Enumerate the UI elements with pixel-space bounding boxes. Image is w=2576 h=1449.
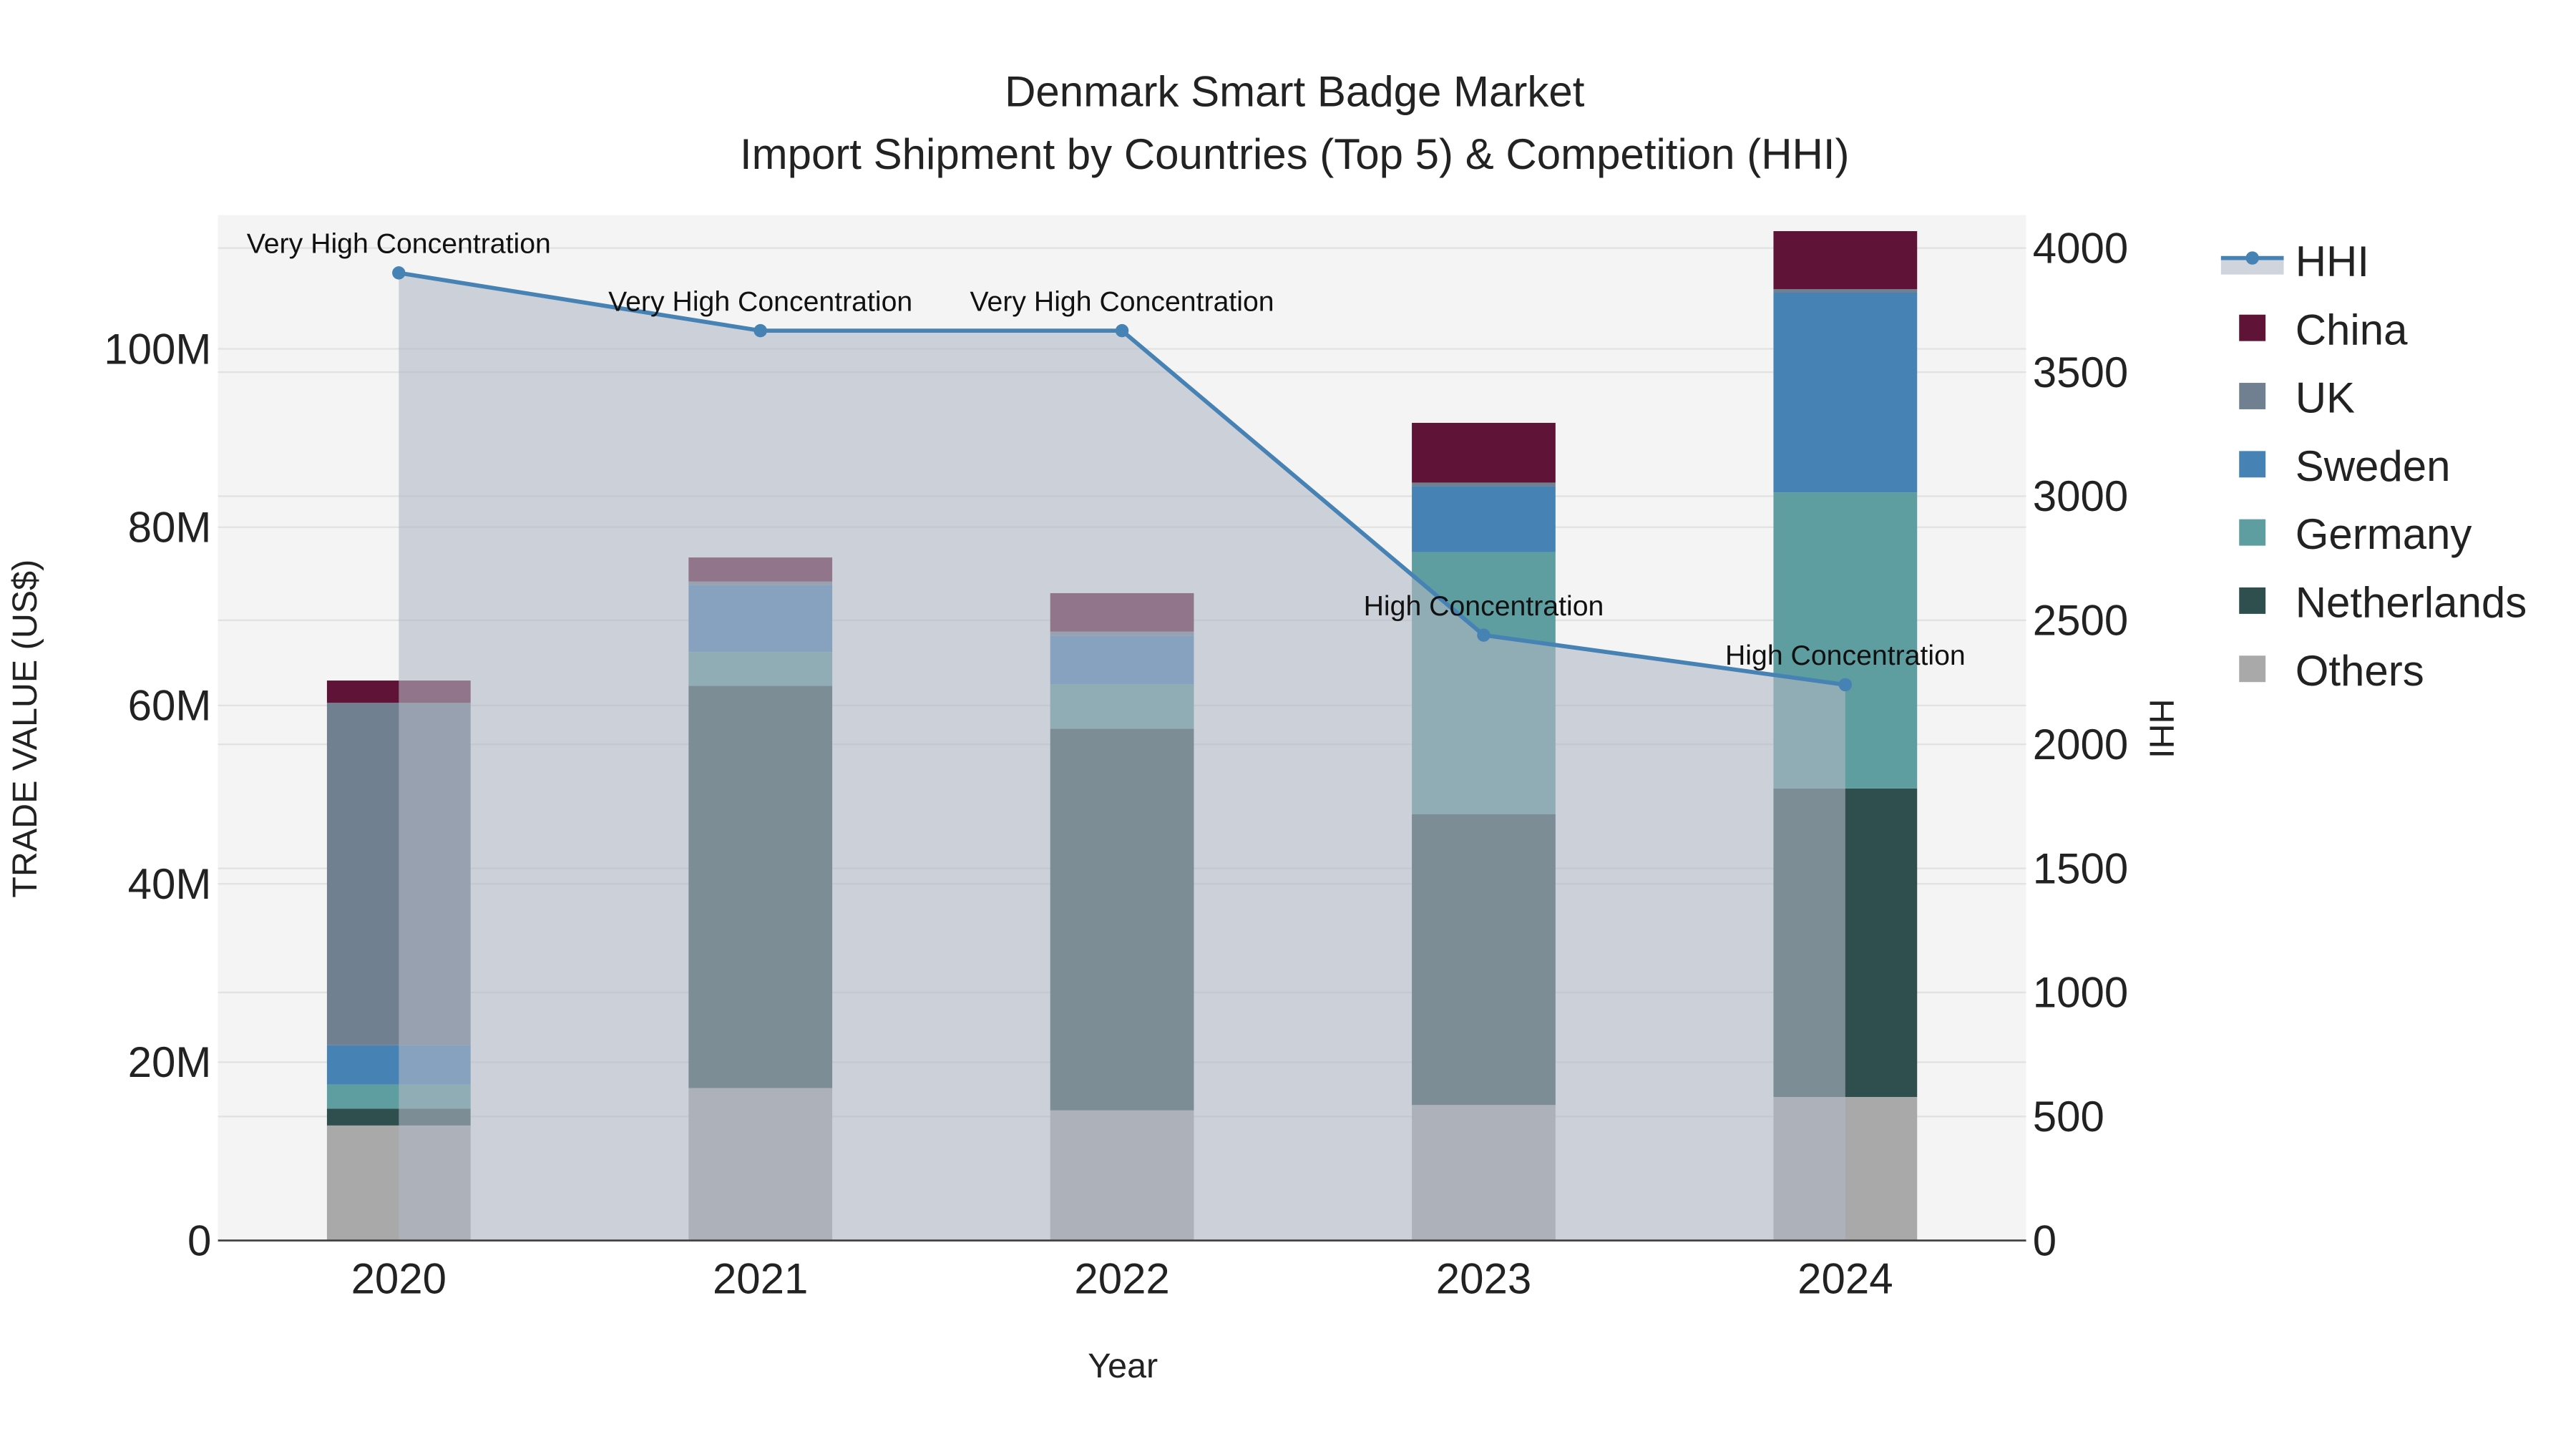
- bar-china-2023: [1412, 422, 1556, 483]
- y-tick-label: 40M: [128, 860, 212, 908]
- legend: HHI China UK Sweden Germany Netherlands Others: [2220, 238, 2527, 695]
- y-tick-label: 100M: [104, 325, 211, 373]
- hhi-point-2023: [1477, 628, 1491, 642]
- x-tick-label: 2020: [351, 1255, 447, 1303]
- hhi-point-2024: [1838, 678, 1853, 692]
- hhi-annotation: Very High Concentration: [608, 286, 912, 317]
- hhi-point-2022: [1115, 323, 1129, 338]
- chart-subtitle: Import Shipment by Countries (Top 5) & C…: [740, 130, 1850, 178]
- x-tick-label: 2023: [1436, 1255, 1531, 1303]
- bar-uk-2024: [1773, 289, 1918, 293]
- legend-swatch-others: [2239, 655, 2266, 683]
- legend-label-china: China: [2296, 306, 2408, 353]
- legend-swatch-sweden: [2239, 451, 2266, 478]
- legend-label-hhi: HHI: [2296, 238, 2369, 286]
- y-tick-label: 20M: [128, 1038, 212, 1086]
- hhi-annotation: High Concentration: [1725, 640, 1966, 671]
- y2-tick-label: 2000: [2033, 721, 2128, 769]
- x-tick-label: 2022: [1074, 1255, 1169, 1303]
- hhi-annotation: Very High Concentration: [970, 286, 1274, 317]
- y-tick-label: 80M: [128, 504, 212, 552]
- legend-swatch-uk: [2239, 383, 2266, 409]
- x-axis-label: Year: [1088, 1347, 1158, 1385]
- bar-uk-2023: [1412, 482, 1556, 487]
- hhi-point-2021: [753, 323, 767, 338]
- y2-tick-label: 2500: [2033, 597, 2128, 645]
- legend-label-uk: UK: [2296, 374, 2355, 422]
- x-tick-label: 2024: [1797, 1255, 1893, 1303]
- legend-label-sweden: Sweden: [2296, 442, 2451, 490]
- y2-tick-label: 4000: [2033, 224, 2128, 272]
- hhi-annotation: High Concentration: [1364, 590, 1604, 622]
- y2-tick-label: 500: [2033, 1093, 2104, 1141]
- legend-swatch-china: [2239, 314, 2266, 341]
- y2-tick-label: 1500: [2033, 844, 2128, 892]
- bar-china-2024: [1773, 231, 1918, 290]
- legend-label-germany: Germany: [2296, 510, 2472, 558]
- y-tick-label: 0: [187, 1216, 211, 1264]
- y-axis-label: TRADE VALUE (US$): [6, 560, 44, 898]
- legend-label-others: Others: [2296, 647, 2424, 695]
- y2-tick-label: 3500: [2033, 348, 2128, 396]
- y2-tick-label: 3000: [2033, 472, 2128, 520]
- legend-label-netherlands: Netherlands: [2296, 579, 2527, 627]
- y2-tick-label: 1000: [2033, 969, 2128, 1017]
- x-tick-label: 2021: [713, 1255, 808, 1303]
- chart: Very High Concentration Very High Concent…: [6, 67, 2527, 1385]
- hhi-annotation: Very High Concentration: [247, 228, 551, 260]
- bar-sweden-2023: [1412, 486, 1556, 552]
- y-tick-label: 60M: [128, 682, 212, 730]
- bar-sweden-2024: [1773, 292, 1918, 493]
- legend-swatch-netherlands: [2239, 587, 2266, 614]
- chart-title: Denmark Smart Badge Market: [1005, 67, 1585, 115]
- y2-axis-label: HHI: [2142, 699, 2181, 758]
- legend-swatch-hhi-marker: [2245, 251, 2259, 265]
- y2-tick-label: 0: [2033, 1216, 2057, 1264]
- hhi-point-2020: [392, 266, 406, 280]
- legend-swatch-germany: [2239, 519, 2266, 546]
